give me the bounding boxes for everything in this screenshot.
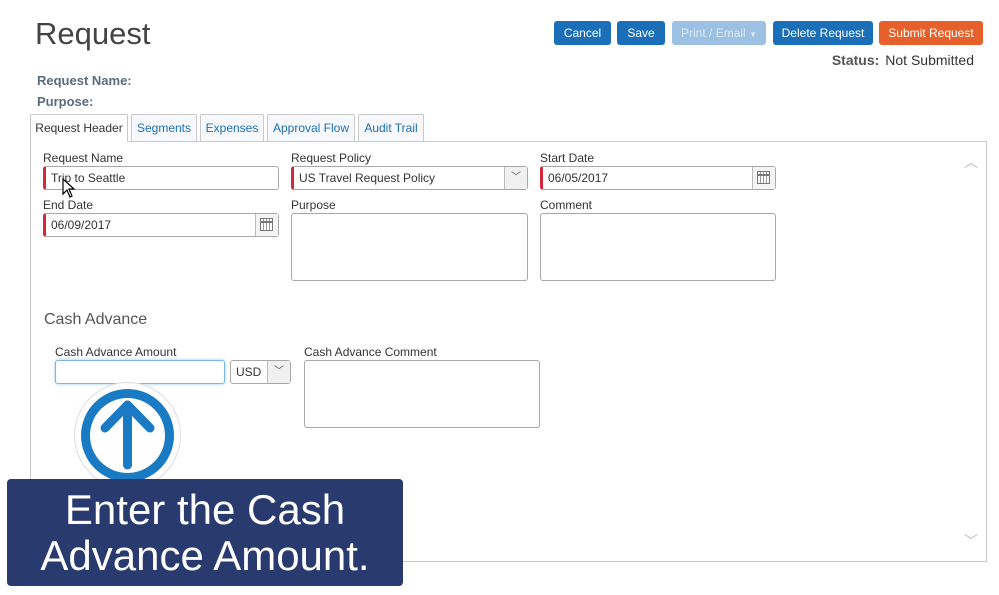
print-email-button[interactable]: Print / Email ▼ — [672, 21, 766, 45]
comment-label: Comment — [540, 198, 593, 212]
cash-advance-amount-label: Cash Advance Amount — [55, 345, 177, 359]
status-indicator: Status: Not Submitted — [832, 52, 974, 68]
up-arrow-badge — [75, 383, 180, 488]
status-value: Not Submitted — [885, 52, 974, 68]
chevron-down-icon: ▼ — [749, 30, 757, 39]
purpose-meta-label: Purpose: — [37, 94, 94, 109]
purpose-textarea[interactable] — [291, 213, 528, 281]
delete-request-button[interactable]: Delete Request — [773, 21, 873, 45]
currency-value: USD — [236, 365, 262, 379]
chevron-down-icon[interactable]: ﹀ — [267, 361, 290, 383]
calendar-icon — [260, 218, 273, 231]
tab-expenses[interactable]: Expenses — [200, 114, 264, 141]
request-policy-select[interactable]: US Travel Request Policy ﹀ — [291, 166, 528, 190]
page-title: Request — [35, 16, 151, 51]
cancel-button[interactable]: Cancel — [554, 21, 611, 45]
request-name-label: Request Name — [43, 151, 124, 165]
save-button[interactable]: Save — [617, 21, 665, 45]
tab-approval-flow[interactable]: Approval Flow — [267, 114, 355, 141]
start-date-input[interactable]: 06/05/2017 — [540, 166, 776, 190]
tutorial-caption: Enter the Cash Advance Amount. — [7, 479, 403, 586]
request-name-input[interactable]: Trip to Seattle — [43, 166, 279, 190]
cash-advance-comment-label: Cash Advance Comment — [304, 345, 437, 359]
caption-line-2: Advance Amount. — [40, 532, 370, 579]
cash-advance-comment-textarea[interactable] — [304, 360, 540, 428]
purpose-label: Purpose — [291, 198, 336, 212]
scroll-up-icon[interactable]: ︿ — [964, 152, 978, 172]
end-date-value: 06/09/2017 — [51, 218, 112, 232]
scroll-down-icon[interactable]: ﹀ — [964, 531, 978, 551]
tab-segments[interactable]: Segments — [131, 114, 197, 141]
tab-request-header[interactable]: Request Header — [30, 114, 128, 142]
end-date-input[interactable]: 06/09/2017 — [43, 213, 279, 237]
start-date-value: 06/05/2017 — [548, 171, 609, 185]
calendar-button[interactable] — [752, 167, 775, 189]
cash-advance-heading: Cash Advance — [44, 311, 148, 328]
mouse-cursor-icon — [62, 178, 76, 198]
caption-line-1: Enter the Cash — [64, 486, 346, 533]
request-page: Request Cancel Save Print / Email ▼ Dele… — [0, 0, 999, 595]
arrow-up-icon — [100, 400, 155, 470]
request-policy-value: US Travel Request Policy — [299, 171, 436, 185]
cash-advance-amount-input[interactable] — [55, 360, 225, 384]
comment-textarea[interactable] — [540, 213, 776, 281]
start-date-label: Start Date — [540, 151, 595, 165]
chevron-down-icon[interactable]: ﹀ — [504, 167, 527, 189]
currency-select[interactable]: USD ﹀ — [230, 360, 291, 384]
status-label: Status: — [831, 52, 880, 68]
tab-audit-trail[interactable]: Audit Trail — [358, 114, 424, 141]
submit-request-button[interactable]: Submit Request — [879, 21, 983, 45]
calendar-button[interactable] — [255, 214, 278, 236]
print-email-label: Print / Email — [681, 26, 746, 40]
end-date-label: End Date — [43, 198, 94, 212]
request-name-meta-label: Request Name: — [37, 73, 132, 88]
request-policy-label: Request Policy — [291, 151, 372, 165]
calendar-icon — [757, 171, 770, 184]
